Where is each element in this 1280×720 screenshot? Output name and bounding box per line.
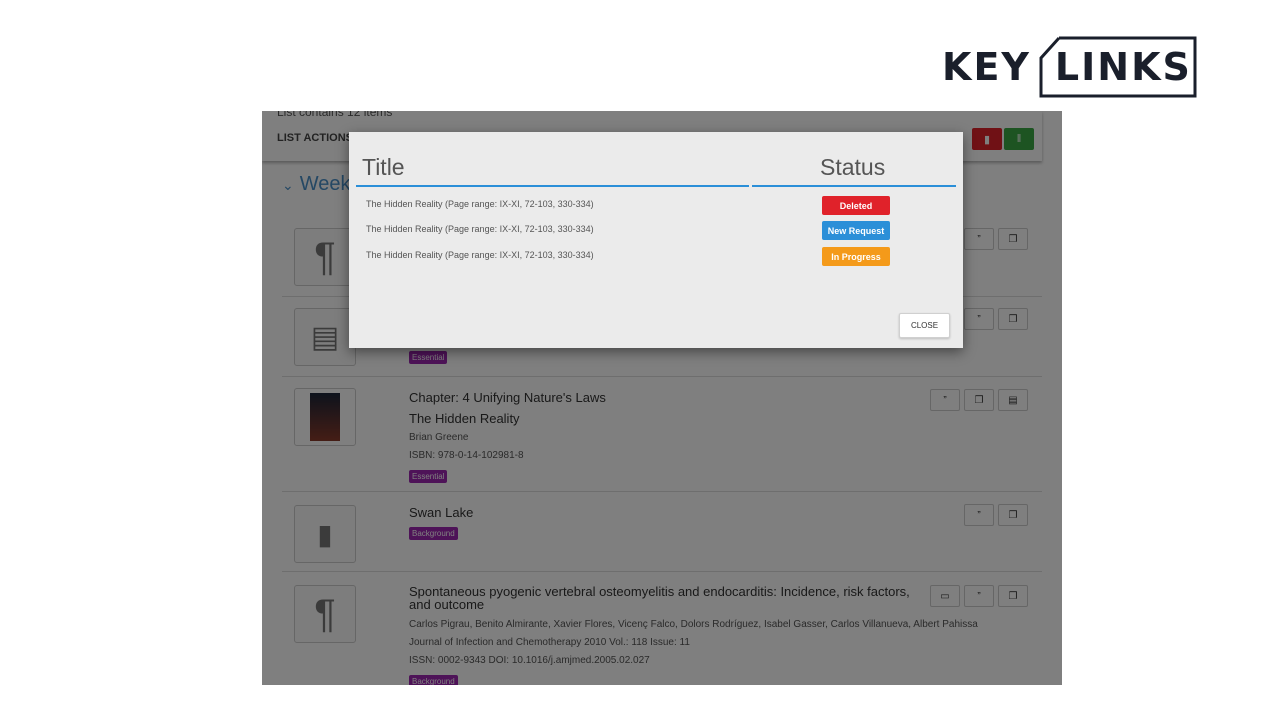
- status-badge-deleted: Deleted: [822, 196, 890, 215]
- status-badge-new-request: New Request: [822, 221, 890, 240]
- status-badge-in-progress: In Progress: [822, 247, 890, 266]
- title-column-header: Title: [362, 154, 405, 180]
- status-column-header: Status: [820, 154, 886, 180]
- request-row-title: The Hidden Reality (Page range: IX-XI, 7…: [366, 224, 594, 234]
- request-row-title: The Hidden Reality (Page range: IX-XI, 7…: [366, 199, 594, 209]
- status-dialog: Title Status The Hidden Reality (Page ra…: [349, 132, 963, 348]
- status-header-underline: [752, 185, 956, 187]
- logo-links-box: LINKS: [1039, 36, 1202, 98]
- logo-key-text: KEY: [942, 45, 1031, 89]
- title-header-underline: [356, 185, 749, 187]
- keylinks-logo: KEY LINKS: [942, 36, 1202, 98]
- request-row-title: The Hidden Reality (Page range: IX-XI, 7…: [366, 250, 594, 260]
- logo-frame-icon: [1039, 36, 1197, 98]
- close-button[interactable]: CLOSE: [899, 313, 950, 338]
